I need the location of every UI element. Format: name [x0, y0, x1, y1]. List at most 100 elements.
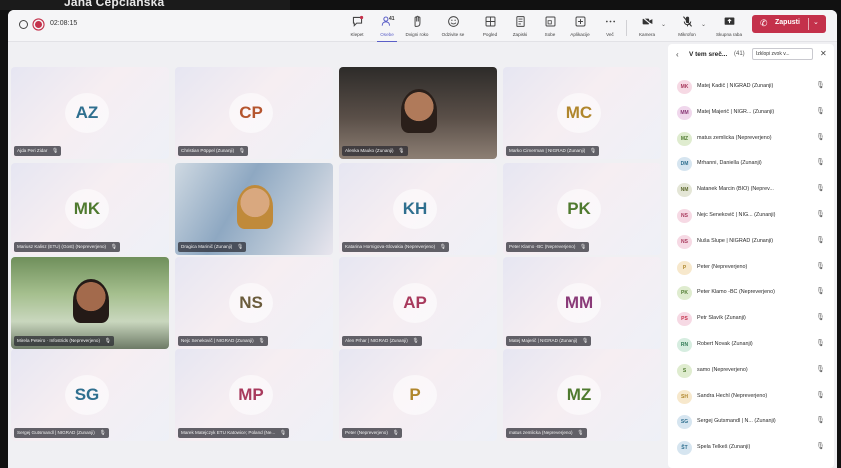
participant-tile[interactable]: Mirela Peteiro · Infostrids (Nepreverjen… — [11, 257, 169, 349]
participant-tile[interactable]: NS Nejc Senekovič | NIGRAD (Zunanji) 🎙 — [175, 257, 333, 349]
participant-name: Ajda Peri Zidar — [17, 148, 48, 153]
phone-hangup-icon: ✆ — [760, 18, 768, 28]
participant-list-item[interactable]: NS Nuša Slupe | NIGRAD (Zunanji) 🎙 — [668, 232, 834, 252]
avatar: S — [677, 363, 692, 378]
participant-tile[interactable]: KH Katarina Hornigova-Slovakia (Nepreverj… — [339, 163, 497, 255]
participant-tile[interactable]: Alenka Mauko (Zunanji) 🎙 — [339, 67, 497, 159]
participant-tile[interactable]: SG Sergej Gutsmandl | NIGRAD (Zunanji) 🎙 — [11, 349, 169, 441]
mic-off-icon: 🎙 — [816, 159, 825, 167]
back-chevron-icon[interactable]: ‹ — [676, 50, 679, 59]
participant-name: Dragica Marinič (Zunanji) — [181, 244, 233, 249]
participant-name: matus zemlicka (Nepreverjeno) — [509, 430, 573, 435]
chat-button[interactable]: Klepet — [342, 12, 372, 42]
participant-name: Mirela Peteiro · Infostrids (Nepreverjen… — [17, 338, 100, 343]
avatar: MP — [229, 375, 273, 415]
camera-button[interactable]: Kamera — [632, 12, 662, 42]
participant-list-item[interactable]: DM Mrhanni, Daniella (Zunanji) 🎙 — [668, 154, 834, 174]
participant-list-name: Nejc Senekovič | NIG... (Zunanji) — [697, 212, 776, 218]
participant-tile[interactable]: MK Mariusz Kalisz (ETU) (Gost) (Nepreverj… — [11, 163, 169, 255]
meeting-timer: 02:08:15 — [50, 20, 78, 27]
participant-tile[interactable]: MP Marek Matejczyk ETU Katowice; Poland (… — [175, 349, 333, 441]
mic-off-icon: 🎙 — [816, 417, 825, 425]
mic-options-chevron-icon[interactable]: ⌄ — [701, 21, 706, 28]
participant-list-name: samo (Nepreverjeno) — [697, 366, 748, 373]
share-button[interactable]: Skupna raba — [714, 12, 744, 42]
notes-icon — [505, 15, 535, 31]
mic-off-icon: 🎙 — [412, 338, 419, 344]
participant-tile[interactable]: P Peter (Nepreverjeno) 🎙 — [339, 349, 497, 441]
more-button[interactable]: Več — [595, 12, 625, 42]
participant-name-tag: Mariusz Kalisz (ETU) (Gost) (Nepreverjen… — [14, 242, 121, 252]
participant-tile[interactable]: AZ Ajda Peri Zidar 🎙 — [11, 67, 169, 159]
participant-list-item[interactable]: Ssamo (Nepreverjeno) 🎙 — [668, 361, 834, 381]
participant-list-name: Robert Novak (Zunanji) — [697, 341, 753, 347]
mic-off-icon: 🎙 — [439, 244, 447, 250]
people-icon — [372, 15, 402, 31]
participant-list-item[interactable]: NM Natanek Marcin (BIO) (Neprev... 🎙 — [668, 180, 834, 200]
avatar: P — [677, 260, 692, 275]
participant-list-name: Natanek Marcin (BIO) (Neprev... — [697, 186, 774, 193]
chat-icon — [342, 15, 372, 31]
mic-button[interactable]: Mikrofon — [672, 12, 702, 42]
mic-off-icon: 🎙 — [392, 430, 399, 436]
participant-list-item[interactable]: MZ matus zemlicka (Nepreverjeno) 🎙 — [668, 129, 834, 149]
mic-off-icon: 🎙 — [816, 443, 825, 451]
participant-list-item[interactable]: SH Sandra Hechl (Nepreverjeno) 🎙 — [668, 387, 834, 407]
avatar: SG — [677, 415, 692, 430]
avatar: NS — [229, 283, 273, 323]
mic-off-icon: 🎙 — [581, 338, 589, 344]
camera-options-chevron-icon[interactable]: ⌄ — [661, 21, 666, 28]
notes-button[interactable]: Zapiski — [505, 12, 535, 42]
rooms-button[interactable]: Sobe — [535, 12, 565, 42]
participant-tile[interactable]: MM Matej Majerič | NIGRAD (Zunanji) 🎙 — [503, 257, 661, 349]
mic-off-icon: 🎙 — [816, 288, 825, 296]
people-button[interactable]: 41 Osebe — [372, 12, 402, 42]
participant-list-item[interactable]: SG Sergej Gutsmandl | N... (Zunanji) 🎙 — [668, 412, 834, 432]
mic-off-icon: 🎙 — [816, 340, 825, 347]
participant-name: Marko Cimerman | NIGRAD (Zunanji) — [509, 148, 586, 153]
avatar: MK — [65, 189, 109, 229]
participant-list-item[interactable]: NS Nejc Senekovič | NIG... (Zunanji) 🎙 — [668, 206, 834, 226]
participant-list-item[interactable]: P Peter (Nepreverjeno) 🎙 — [668, 258, 834, 278]
participant-list-item[interactable]: ŠT Špela Telkeš (Zunanji) 🎙 — [668, 438, 834, 458]
participant-tile[interactable]: MZ matus zemlicka (Nepreverjeno) 🎙 — [503, 349, 661, 441]
participant-name-tag: Alen Prhar | NIGRAD (Zunanji) 🎙 — [342, 336, 422, 346]
participant-tile[interactable]: PK Peter Klamo -BC (Nepreverjeno) 🎙 — [503, 163, 661, 255]
apps-button[interactable]: Aplikacije — [565, 12, 595, 42]
mic-off-icon: 🎙 — [104, 338, 111, 344]
participant-name-tag: Katarina Hornigova-Slovakia (Nepreverjen… — [342, 242, 450, 252]
react-button[interactable]: Odzivite se — [438, 12, 468, 42]
avatar: MC — [557, 93, 601, 133]
participant-name-tag: Marek Matejczyk ETU Katowice; Poland (Ne… — [178, 428, 290, 438]
participant-list-item[interactable]: RN Robert Novak (Zunanji) 🎙 — [668, 335, 834, 355]
participant-tile[interactable]: AP Alen Prhar | NIGRAD (Zunanji) 🎙 — [339, 257, 497, 349]
participant-list-item[interactable]: MM Matej Majerič | NIGR... (Zunanji) 🎙 — [668, 103, 834, 123]
mic-off-icon: 🎙 — [398, 148, 405, 154]
participant-name-tag: Marko Cimerman | NIGRAD (Zunanji) 🎙 — [506, 146, 600, 156]
panel-title: V tem sreč... — [689, 51, 728, 58]
leave-button[interactable]: ✆ Zapusti ⌄ — [752, 15, 826, 33]
participant-name-tag: Alenka Mauko (Zunanji) 🎙 — [342, 146, 408, 156]
participant-list-item[interactable]: PK Peter Klamo -BC (Nepreverjeno) 🎙 — [668, 283, 834, 303]
mute-all-button[interactable]: Izklopi zvok v... — [752, 48, 813, 60]
participant-name: Alen Prhar | NIGRAD (Zunanji) — [345, 338, 408, 343]
participant-list-name: Nuša Slupe | NIGRAD (Zunanji) — [697, 237, 773, 244]
participant-tile[interactable]: MC Marko Cimerman | NIGRAD (Zunanji) 🎙 — [503, 67, 661, 159]
participant-list-item[interactable]: PS Petr Slavík (Zunanji) 🎙 — [668, 309, 834, 329]
close-icon[interactable]: ✕ — [820, 49, 827, 58]
mic-off-icon: 🎙 — [99, 430, 106, 436]
status-ring-icon — [19, 20, 28, 29]
participant-list-item[interactable]: MK Matej Kadič | NIGRAD (Zunanji) 🎙 — [668, 77, 834, 97]
participant-tile[interactable]: Dragica Marinič (Zunanji) 🎙 — [175, 163, 333, 255]
mic-off-icon: 🎙 — [816, 365, 825, 373]
presenter-name-banner: Jana Čepčianska — [0, 0, 290, 10]
view-button[interactable]: Pogled — [475, 12, 505, 42]
toolbar-separator — [626, 20, 627, 36]
mic-off-icon: 🎙 — [238, 148, 246, 154]
leave-options-chevron-icon[interactable]: ⌄ — [813, 18, 819, 26]
participant-video-feed — [73, 279, 109, 323]
apps-icon — [565, 15, 595, 31]
mic-off-icon: 🎙 — [258, 338, 265, 344]
participant-tile[interactable]: CP Christian Pöppel (Zunanji) 🎙 — [175, 67, 333, 159]
raise-hand-button[interactable]: Dvigni roko — [402, 12, 432, 42]
